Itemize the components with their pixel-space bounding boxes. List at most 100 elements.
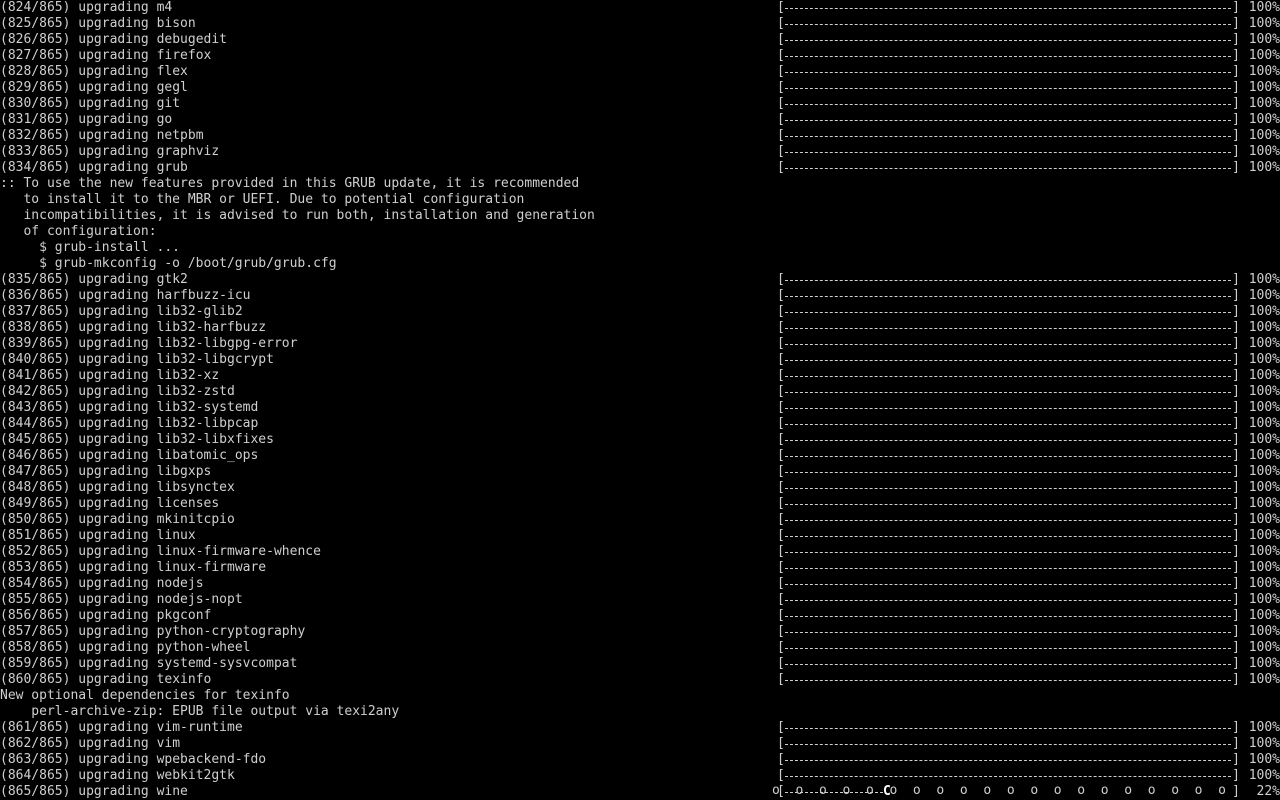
progress-bar-right-bracket: ] [1232, 720, 1240, 735]
package-name: gtk2 [156, 272, 188, 287]
progress-percent: 100% [1248, 592, 1280, 607]
progress-bar-right-bracket: ] [1232, 448, 1240, 463]
progress-bar-left-bracket: [ [777, 32, 785, 47]
progress-percent: 100% [1248, 640, 1280, 655]
package-action: upgrading [78, 672, 149, 687]
package-index: (855/865) [0, 592, 71, 607]
progress-bar-right-bracket: ] [1232, 528, 1240, 543]
package-name: nodejs [156, 576, 204, 591]
progress-bar-right-bracket: ] [1232, 640, 1240, 655]
package-name: linux [156, 528, 196, 543]
package-action: upgrading [78, 464, 149, 479]
package-index: (854/865) [0, 576, 71, 591]
package-action: upgrading [78, 720, 149, 735]
progress-bar: [] [777, 144, 1240, 160]
progress-bar-right-bracket: ] [1232, 336, 1240, 351]
package-name: linux-firmware [156, 560, 267, 575]
package-index: (843/865) [0, 400, 71, 415]
package-progress-line: (836/865) upgrading harfbuzz-icu [] 100% [0, 288, 1280, 304]
progress-bar: [] [777, 752, 1240, 768]
package-progress-line: (831/865) upgrading go [] 100% [0, 112, 1280, 128]
package-index: (858/865) [0, 640, 71, 655]
package-name: graphviz [156, 144, 220, 159]
package-action: upgrading [78, 128, 149, 143]
package-progress-line: (854/865) upgrading nodejs [] 100% [0, 576, 1280, 592]
progress-percent: 100% [1248, 368, 1280, 383]
package-progress-line: (825/865) upgrading bison [] 100% [0, 16, 1280, 32]
package-name: firefox [156, 48, 212, 63]
package-progress-line: (839/865) upgrading lib32-libgpg-error []… [0, 336, 1280, 352]
package-name: lib32-harfbuzz [156, 320, 267, 335]
progress-bar: [] [777, 32, 1240, 48]
package-label: (825/865) upgrading bison [0, 16, 196, 32]
progress-bar-track [785, 392, 1231, 393]
package-index: (856/865) [0, 608, 71, 623]
package-name: texinfo [156, 672, 212, 687]
progress-bar: [] [777, 736, 1240, 752]
package-name: lib32-glib2 [156, 304, 243, 319]
progress-bar-left-bracket: [ [777, 672, 785, 687]
progress-percent: 100% [1248, 0, 1280, 15]
progress-percent: 100% [1248, 352, 1280, 367]
package-name: vim [156, 736, 181, 751]
package-label: (834/865) upgrading grub [0, 160, 188, 176]
package-progress-line: (840/865) upgrading lib32-libgcrypt [] 100… [0, 352, 1280, 368]
progress-bar-right-bracket: ] [1232, 560, 1240, 575]
output-line: perl-archive-zip: EPUB file output via t… [0, 704, 1280, 720]
progress-percent: 100% [1248, 80, 1280, 95]
package-index: (828/865) [0, 64, 71, 79]
output-text: incompatibilities, it is advised to run … [0, 208, 595, 223]
progress-bar-right-bracket: ] [1232, 656, 1240, 671]
package-index: (853/865) [0, 560, 71, 575]
package-action: upgrading [78, 336, 149, 351]
package-name: git [156, 96, 181, 111]
progress-bar-right-bracket: ] [1232, 400, 1240, 415]
progress-percent: 100% [1248, 128, 1280, 143]
package-action: upgrading [78, 384, 149, 399]
progress-bar-left-bracket: [ [777, 480, 785, 495]
package-progress-line: (852/865) upgrading linux-firmware-whenc… [0, 544, 1280, 560]
package-action: upgrading [78, 496, 149, 511]
progress-percent: 100% [1248, 64, 1280, 79]
package-progress-line: (859/865) upgrading systemd-sysvcompat []… [0, 656, 1280, 672]
progress-percent: 100% [1248, 160, 1280, 175]
terminal-window[interactable]: (824/865) upgrading m4[] 100% (825/865) up… [0, 0, 1280, 800]
progress-bar-right-bracket: ] [1232, 368, 1240, 383]
progress-percent: 100% [1248, 320, 1280, 335]
progress-bar-track [785, 600, 1231, 601]
package-name: netpbm [156, 128, 204, 143]
progress-percent: 100% [1248, 496, 1280, 511]
package-action: upgrading [78, 64, 149, 79]
progress-percent: 100% [1248, 464, 1280, 479]
package-action: upgrading [78, 368, 149, 383]
package-index: (860/865) [0, 672, 71, 687]
package-label: (844/865) upgrading lib32-libpcap [0, 416, 258, 432]
package-action: upgrading [78, 16, 149, 31]
progress-bar: [] [777, 544, 1240, 560]
package-progress-line: (860/865) upgrading texinfo [] 100% [0, 672, 1280, 688]
package-label: (845/865) upgrading lib32-libxfixes [0, 432, 274, 448]
progress-bar: [] [777, 304, 1240, 320]
progress-bar: [] [777, 288, 1240, 304]
package-action: upgrading [78, 304, 149, 319]
progress-bar: [] [777, 368, 1240, 384]
progress-bar-right-bracket: ] [1232, 416, 1240, 431]
progress-bar-track [785, 168, 1231, 169]
progress-bar-left-bracket: [ [777, 640, 785, 655]
progress-percent: 100% [1248, 304, 1280, 319]
package-label: (840/865) upgrading lib32-libgcrypt [0, 352, 274, 368]
package-action: upgrading [78, 96, 149, 111]
package-name: grub [156, 160, 188, 175]
progress-bar-track [785, 504, 1231, 505]
package-name: lib32-libxfixes [156, 432, 274, 447]
package-index: (833/865) [0, 144, 71, 159]
package-name: lib32-libpcap [156, 416, 259, 431]
package-progress-line: (829/865) upgrading gegl [] 100% [0, 80, 1280, 96]
progress-bar-track [785, 760, 1231, 761]
package-label: (849/865) upgrading licenses [0, 496, 219, 512]
progress-percent: 100% [1248, 32, 1280, 47]
package-progress-line: (846/865) upgrading libatomic_ops [] 100% [0, 448, 1280, 464]
progress-bar: [] [777, 496, 1240, 512]
progress-percent: 100% [1248, 48, 1280, 63]
package-name: linux-firmware-whence [156, 544, 321, 559]
